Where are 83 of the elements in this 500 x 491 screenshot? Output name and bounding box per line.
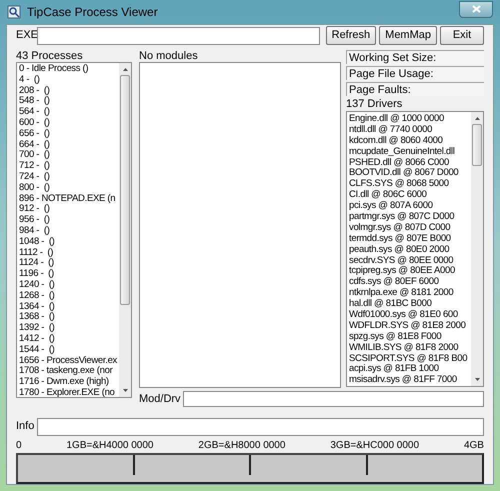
axis-label: 2GB=&H8000 0000 [198,438,286,452]
process-item[interactable]: 4 - () [19,74,119,86]
driver-item[interactable]: WMILIB.SYS @ 81F8 2000 [349,342,471,354]
process-item[interactable]: 1392 - () [19,323,119,334]
driver-item[interactable]: Wdf01000.sys @ 81E0 600 [349,310,471,321]
process-item[interactable]: 656 - () [19,128,119,140]
driver-item[interactable]: ntdll.dll @ 7740 0000 [349,124,471,136]
driver-item[interactable]: spzg.sys @ 81E8 F000 [349,332,471,343]
driver-item[interactable]: BOOTVID.dll @ 8067 D000 [349,168,471,180]
process-item[interactable]: 664 - () [19,140,119,150]
driver-item[interactable]: partmgr.sys @ 807C D000 [349,212,471,223]
process-item[interactable]: 564 - () [19,107,119,118]
driver-item[interactable]: CI.dll @ 806C 6000 [349,190,471,202]
modules-heading: No modules [139,50,199,62]
process-item[interactable]: 1716 - Dwm.exe (high) [19,377,119,388]
toolbar-button[interactable]: Refresh [326,26,376,45]
process-item[interactable]: 712 - () [19,161,119,172]
processes-heading: 43 Processes [16,50,84,62]
driver-item[interactable]: PSHED.dll @ 8066 C000 [349,158,471,168]
close-icon [472,5,480,13]
axis-label: 1GB=&H4000 0000 [66,438,154,452]
process-item[interactable]: 1708 - taskeng.exe (nor [19,366,119,378]
driver-item[interactable]: volmgr.sys @ 807D C000 [349,222,471,234]
driver-item[interactable]: acpi.sys @ 81FB 1000 [349,364,471,376]
scrollbar[interactable] [471,112,483,386]
close-button[interactable] [459,0,493,18]
stat-field: Working Set Size: [346,50,484,64]
process-item[interactable]: 1124 - () [19,258,119,270]
process-item[interactable]: 800 - () [19,182,119,194]
axis-label: 3GB=&HC000 0000 [330,438,420,452]
driver-item[interactable]: kdcom.dll @ 8060 4000 [349,136,471,147]
driver-item[interactable]: WDFLDR.SYS @ 81E8 2000 [349,320,471,332]
mod-drv-input-field[interactable] [182,391,484,408]
mod-drv-label: Mod/Drv [139,392,181,407]
process-item[interactable]: 1240 - () [19,280,119,291]
process-item[interactable]: 1412 - () [19,334,119,345]
stat-field: Page File Usage: [346,66,484,80]
driver-item[interactable]: ntkrnlpa.exe @ 8181 2000 [349,288,471,300]
process-item[interactable]: 1112 - () [19,248,119,258]
driver-item[interactable]: tcpipreg.sys @ 80EE A000 [349,266,471,278]
drivers-heading: 137 Drivers [346,98,404,111]
driver-item[interactable]: pci.sys @ 807A 6000 [349,201,471,212]
process-item[interactable]: 600 - () [19,118,119,129]
axis-label: 4GB [464,438,484,452]
toolbar-button[interactable]: Exit [440,26,484,45]
process-item[interactable]: 1368 - () [19,312,119,324]
process-item[interactable]: 1544 - () [19,344,119,356]
process-item[interactable]: 548 - () [19,96,119,108]
exe-input-field[interactable] [37,26,320,44]
driver-item[interactable]: hal.dll @ 81BC B000 [349,299,471,310]
driver-item[interactable]: termdd.sys @ 807E B000 [349,234,471,245]
process-item[interactable]: 724 - () [19,172,119,183]
app-icon [7,5,21,19]
window-title: TipCase Process Viewer [27,4,158,21]
process-item[interactable]: 1656 - ProcessViewer.ex [19,356,119,366]
driver-item[interactable]: peauth.sys @ 80E0 2000 [349,244,471,256]
process-item[interactable]: 1048 - () [19,236,119,248]
process-item[interactable]: 984 - () [19,226,119,237]
axis-label: 0 [16,438,22,452]
process-item[interactable]: 1196 - () [19,269,119,280]
stat-field: Page Faults: [346,82,484,96]
driver-item[interactable]: mcupdate_GenuineIntel.dll [349,146,471,158]
process-item[interactable]: 956 - () [19,215,119,226]
toolbar-button[interactable]: MemMap [379,26,437,45]
process-item[interactable]: 1364 - () [19,302,119,312]
driver-item[interactable]: SCSIPORT.SYS @ 81F8 B00 [349,354,471,364]
driver-item[interactable]: CLFS.SYS @ 8068 5000 [349,179,471,190]
process-item[interactable]: 208 - () [19,86,119,96]
process-item[interactable]: 0 - Idle Process () [19,64,119,75]
process-item[interactable]: 912 - () [19,204,119,216]
process-item[interactable]: 1780 - Explorer.EXE (no [19,388,119,397]
scrollbar[interactable] [119,63,131,397]
driver-item[interactable]: cdfs.sys @ 80EF 6000 [349,277,471,288]
info-label: Info [16,419,34,434]
process-item[interactable]: 896 - NOTEPAD.EXE (n [19,194,119,204]
driver-item[interactable]: Engine.dll @ 1000 0000 [349,114,471,125]
scroll-thumb[interactable] [120,75,130,305]
info-input-field[interactable] [37,418,484,436]
scroll-thumb[interactable] [472,124,482,166]
driver-item[interactable]: secdrv.SYS @ 80EE 0000 [349,256,471,266]
process-item[interactable]: 700 - () [19,150,119,162]
driver-item[interactable]: msisadrv.sys @ 81FF 7000 [349,375,471,386]
process-item[interactable]: 1268 - () [19,290,119,302]
